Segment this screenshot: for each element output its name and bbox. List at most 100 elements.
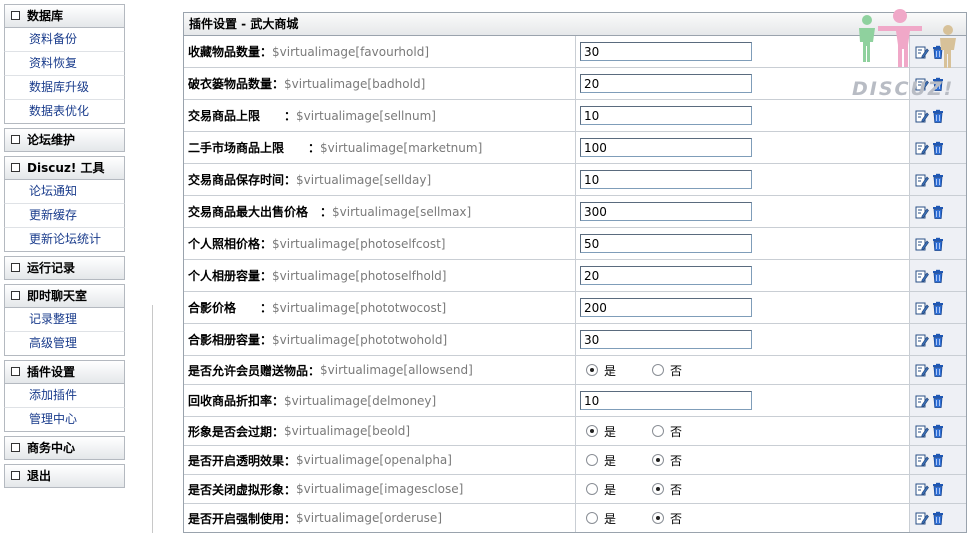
edit-icon[interactable] [915,394,929,408]
radio-label: 否 [670,453,683,468]
setting-value-input[interactable] [580,42,752,61]
radio-button-icon[interactable] [652,512,665,524]
radio-button-icon[interactable] [652,454,665,466]
setting-value-input[interactable] [580,170,752,189]
radio-label: 否 [670,363,683,378]
setting-value-cell: 是否 [576,475,910,503]
setting-value-input[interactable] [580,234,752,253]
radio-no[interactable]: 否 [652,362,682,379]
setting-value-input[interactable] [580,138,752,157]
sidebar-group-header[interactable]: 插件设置 [4,360,125,384]
radio-yes[interactable]: 是 [586,452,616,469]
sidebar-group-header[interactable]: 数据库 [4,4,125,28]
radio-yes[interactable]: 是 [586,510,616,527]
sidebar-link[interactable]: 数据库升级 [4,76,125,100]
setting-value-input[interactable] [580,391,752,410]
radio-button-icon[interactable] [652,425,665,437]
radio-button-icon[interactable] [586,454,598,466]
setting-value-input[interactable] [580,106,752,125]
sidebar-link[interactable]: 添加插件 [4,384,125,408]
sidebar-group-header[interactable]: Discuz! 工具 [4,156,125,180]
setting-value-input[interactable] [580,266,752,285]
edit-icon[interactable] [915,173,929,187]
edit-icon[interactable] [915,237,929,251]
sidebar-group-header[interactable]: 论坛维护 [4,128,125,152]
sidebar-link[interactable]: 记录整理 [4,308,125,332]
edit-icon[interactable] [915,453,929,467]
radio-button-icon[interactable] [586,425,598,437]
sidebar-link[interactable]: 更新论坛统计 [4,228,125,252]
sidebar-link[interactable]: 资料备份 [4,28,125,52]
setting-value-cell [576,292,910,323]
setting-value-cell: 是否 [576,356,910,384]
sidebar-link[interactable]: 高级管理 [4,332,125,356]
setting-value-input[interactable] [580,202,752,221]
trash-icon[interactable] [931,77,945,91]
row-actions [910,132,966,163]
edit-icon[interactable] [915,109,929,123]
trash-icon[interactable] [931,482,945,496]
edit-icon[interactable] [915,77,929,91]
trash-icon[interactable] [931,394,945,408]
radio-no[interactable]: 否 [652,452,682,469]
sidebar-group-header[interactable]: 退出 [4,464,125,488]
trash-icon[interactable] [931,205,945,219]
setting-label-cell: 收藏物品数量： $virtualimage[favourhold] [184,36,576,67]
trash-icon[interactable] [931,109,945,123]
trash-icon[interactable] [931,173,945,187]
trash-icon[interactable] [931,141,945,155]
edit-icon[interactable] [915,482,929,496]
sidebar-link[interactable]: 论坛通知 [4,180,125,204]
trash-icon[interactable] [931,363,945,377]
setting-row: 回收商品折扣率： $virtualimage[delmoney] [184,385,966,417]
setting-variable: $virtualimage[marketnum] [320,140,483,155]
edit-icon[interactable] [915,511,929,525]
radio-button-icon[interactable] [652,364,665,376]
setting-label: 破衣篓物品数量： [188,77,285,91]
edit-icon[interactable] [915,301,929,315]
trash-icon[interactable] [931,269,945,283]
edit-icon[interactable] [915,269,929,283]
edit-icon[interactable] [915,363,929,377]
sidebar-group-header[interactable]: 商务中心 [4,436,125,460]
trash-icon[interactable] [931,237,945,251]
collapse-box-icon [11,163,20,172]
trash-icon[interactable] [931,453,945,467]
radio-label: 是 [604,511,617,526]
setting-label: 合影价格 ： [188,301,273,315]
radio-no[interactable]: 否 [652,481,682,498]
trash-icon[interactable] [931,511,945,525]
row-actions [910,36,966,67]
radio-button-icon[interactable] [586,364,598,376]
radio-button-icon[interactable] [586,512,598,524]
sidebar-link[interactable]: 管理中心 [4,408,125,432]
sidebar-group-header[interactable]: 即时聊天室 [4,284,125,308]
setting-value-input[interactable] [580,74,752,93]
radio-button-icon[interactable] [652,483,665,495]
setting-value-input[interactable] [580,330,752,349]
radio-yes[interactable]: 是 [586,423,616,440]
radio-yes[interactable]: 是 [586,481,616,498]
radio-no[interactable]: 否 [652,510,682,527]
sidebar-group-title: 即时聊天室 [27,289,88,303]
sidebar-link[interactable]: 资料恢复 [4,52,125,76]
sidebar-group-header[interactable]: 运行记录 [4,256,125,280]
edit-icon[interactable] [915,424,929,438]
trash-icon[interactable] [931,301,945,315]
sidebar-link[interactable]: 更新缓存 [4,204,125,228]
edit-icon[interactable] [915,333,929,347]
trash-icon[interactable] [931,424,945,438]
radio-no[interactable]: 否 [652,423,682,440]
trash-icon[interactable] [931,45,945,59]
radio-button-icon[interactable] [586,483,598,495]
row-actions [910,68,966,99]
setting-value-input[interactable] [580,298,752,317]
edit-icon[interactable] [915,205,929,219]
edit-icon[interactable] [915,45,929,59]
radio-yes[interactable]: 是 [586,362,616,379]
row-actions [910,164,966,195]
trash-icon[interactable] [931,333,945,347]
setting-variable: $virtualimage[sellday] [296,172,432,187]
sidebar-link[interactable]: 数据表优化 [4,100,125,124]
edit-icon[interactable] [915,141,929,155]
